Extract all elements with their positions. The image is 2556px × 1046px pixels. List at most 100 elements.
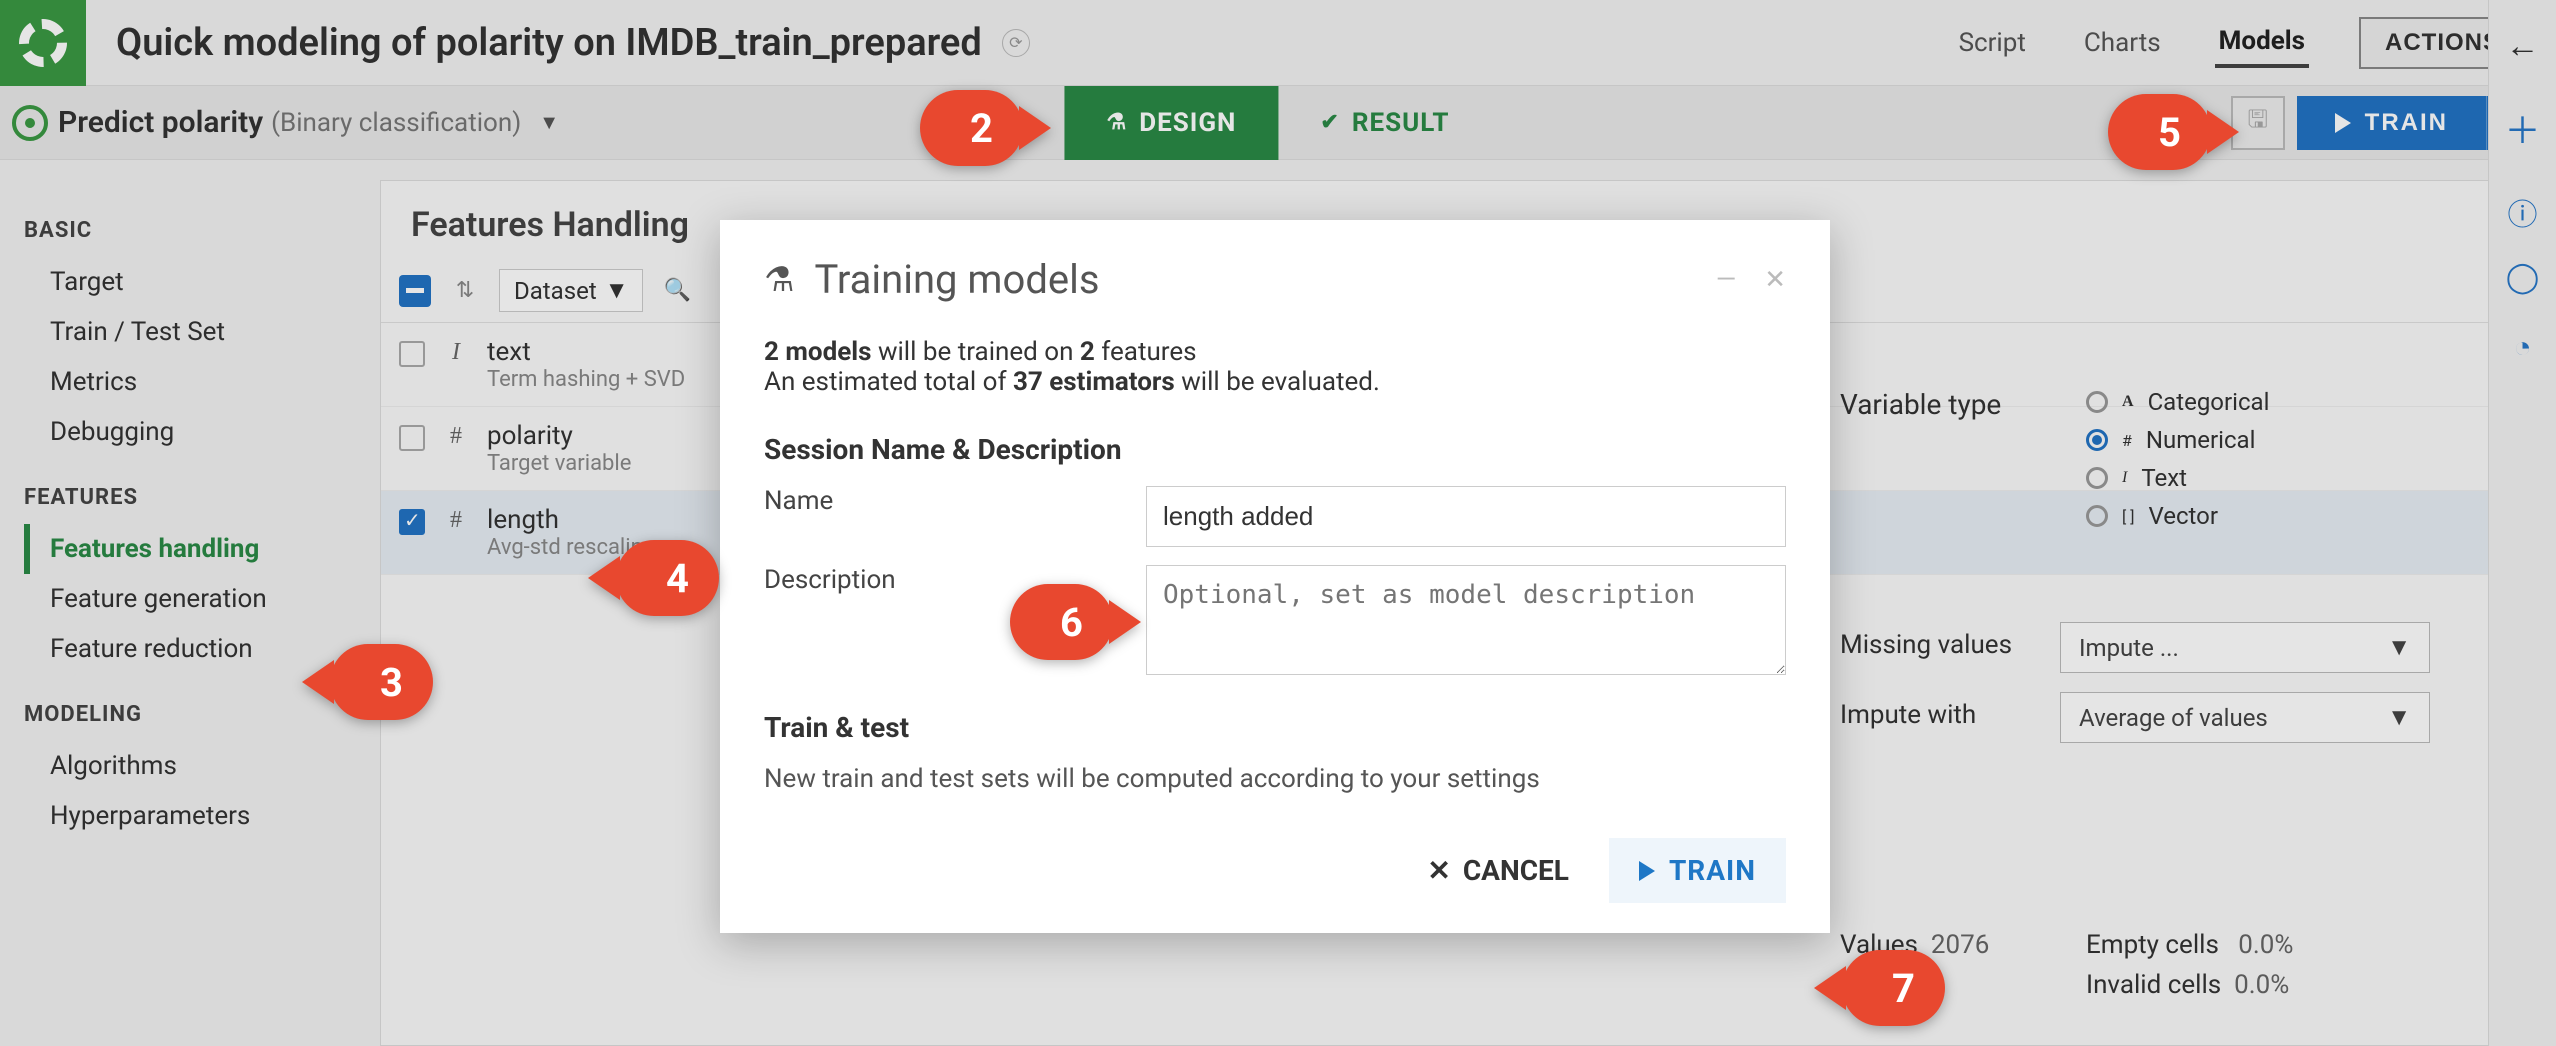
training-modal: ⚗ Training models — ✕ 2 models will be t… [720,220,1830,933]
tab-result-label: RESULT [1352,108,1450,138]
back-icon[interactable]: ← [2506,26,2540,66]
sidebar-item-debugging[interactable]: Debugging [24,407,380,457]
variable-type-label: Variable type [1840,388,2001,421]
logo-icon [19,19,67,67]
flask-icon: ⚗ [764,260,794,300]
close-icon: ✕ [1427,854,1450,887]
callout-5: 5 [2108,94,2211,170]
tab-models[interactable]: Models [2215,18,2309,68]
type-icon: I [445,339,467,366]
refresh-icon[interactable]: ⟳ [1002,29,1030,57]
sidebar-header-features: FEATURES [24,485,380,510]
callout-7: 7 [1842,950,1945,1026]
type-icon: # [445,507,467,534]
tab-result[interactable]: ✔ RESULT [1278,86,1491,160]
target-icon [12,105,48,141]
search-icon[interactable]: 🔍 [659,278,695,303]
play-icon [2335,113,2351,133]
impute-with-label: Impute with [1840,700,1976,730]
modal-summary-line2: An estimated total of 37 estimators will… [764,367,1786,397]
impute-with-select[interactable]: Average of values▼ [2060,692,2430,743]
dataset-select-label: Dataset [514,277,597,305]
tab-script[interactable]: Script [1955,20,2030,66]
session-name-input[interactable] [1146,486,1786,547]
train-button[interactable]: TRAIN [2297,96,2486,150]
history-icon[interactable]: ◔ [2506,330,2540,364]
sidebar-item-train-test-set[interactable]: Train / Test Set [24,307,380,357]
right-rail: ← ＋ ⓘ ◯ ◔ [2488,0,2556,1046]
feature-name: text [487,337,685,367]
result-icon: ✔ [1320,110,1339,135]
missing-values-label: Missing values [1840,630,2012,660]
model-dropdown-icon[interactable]: ▼ [539,110,559,135]
chevron-down-icon: ▼ [2387,633,2411,662]
tab-charts[interactable]: Charts [2080,20,2165,66]
cancel-button[interactable]: ✕ CANCEL [1427,854,1569,887]
callout-2: 2 [920,90,1023,166]
sidebar-item-features-handling[interactable]: Features handling [24,524,380,574]
callout-3: 3 [330,644,433,720]
callout-6: 6 [1010,584,1113,660]
chevron-down-icon: ▼ [2387,703,2411,732]
session-description-input[interactable] [1146,565,1786,675]
feature-checkbox[interactable] [399,341,425,367]
chat-icon[interactable]: ◯ [2506,260,2540,294]
empty-cells-stat: Empty cells 0.0% [2086,930,2293,960]
type-icon: [ ] [2122,507,2134,526]
minimize-icon[interactable]: — [1716,265,1736,295]
sidebar-item-algorithms[interactable]: Algorithms [24,741,380,791]
model-name: Predict polarity [58,105,263,140]
type-icon: # [445,423,467,450]
info-icon[interactable]: ⓘ [2506,190,2540,224]
modal-train-label: TRAIN [1669,854,1756,887]
vartype-option[interactable]: [ ]Vector [2086,502,2269,530]
app-logo[interactable] [0,0,86,86]
sidebar-item-target[interactable]: Target [24,257,380,307]
callout-4: 4 [616,540,719,616]
vartype-option[interactable]: IText [2086,464,2269,492]
train-button-label: TRAIN [2365,109,2448,137]
feature-sub: Target variable [487,451,631,476]
feature-name: polarity [487,421,631,451]
select-all-checkbox[interactable] [399,275,431,307]
modal-section-train: Train & test [764,711,1786,744]
close-icon[interactable]: ✕ [1764,265,1786,295]
type-icon: I [2122,469,2127,487]
modal-section-name: Session Name & Description [764,433,1786,466]
missing-values-select[interactable]: Impute ...▼ [2060,622,2430,673]
page-title: Quick modeling of polarity on IMDB_train… [116,21,982,65]
variable-type-options: ACategorical #Numerical IText [ ]Vector [2086,378,2269,540]
vartype-option[interactable]: ACategorical [2086,388,2269,416]
type-icon: # [2122,431,2132,450]
sidebar-item-metrics[interactable]: Metrics [24,357,380,407]
sidebar-header-modeling: MODELING [24,702,380,727]
play-icon [1639,861,1655,881]
tab-design-label: DESIGN [1139,108,1236,138]
feature-checkbox[interactable] [399,509,425,535]
feature-checkbox[interactable] [399,425,425,451]
tab-design[interactable]: ⚗ DESIGN [1064,86,1278,160]
modal-title: Training models [814,256,1099,303]
train-test-description: New train and test sets will be computed… [764,764,1786,794]
app-header: Quick modeling of polarity on IMDB_train… [0,0,2556,86]
mode-tabs: ⚗ DESIGN ✔ RESULT [1064,86,1491,160]
modal-train-button[interactable]: TRAIN [1609,838,1786,903]
invalid-cells-stat: Invalid cells 0.0% [2086,970,2289,1000]
sidebar-item-feature-generation[interactable]: Feature generation [24,574,380,624]
type-icon: A [2122,393,2134,411]
feature-sub: Term hashing + SVD [487,367,685,392]
chevron-down-icon: ▼ [605,276,629,305]
cancel-button-label: CANCEL [1463,854,1569,887]
modal-summary-line1: 2 models will be trained on 2 features [764,337,1786,367]
dataset-select[interactable]: Dataset ▼ [499,269,643,312]
sidebar-header-basic: BASIC [24,218,380,243]
sidebar-item-hyperparameters[interactable]: Hyperparameters [24,791,380,841]
sort-icon[interactable]: ⇅ [447,278,483,303]
model-type: (Binary classification) [271,108,521,138]
feature-name: length [487,505,655,535]
name-label: Name [764,486,1116,516]
add-icon[interactable]: ＋ [2504,102,2540,154]
vartype-option[interactable]: #Numerical [2086,426,2269,454]
header-tabs: Script Charts Models ACTIONS [1955,17,2526,69]
flask-icon: ⚗ [1106,110,1127,135]
